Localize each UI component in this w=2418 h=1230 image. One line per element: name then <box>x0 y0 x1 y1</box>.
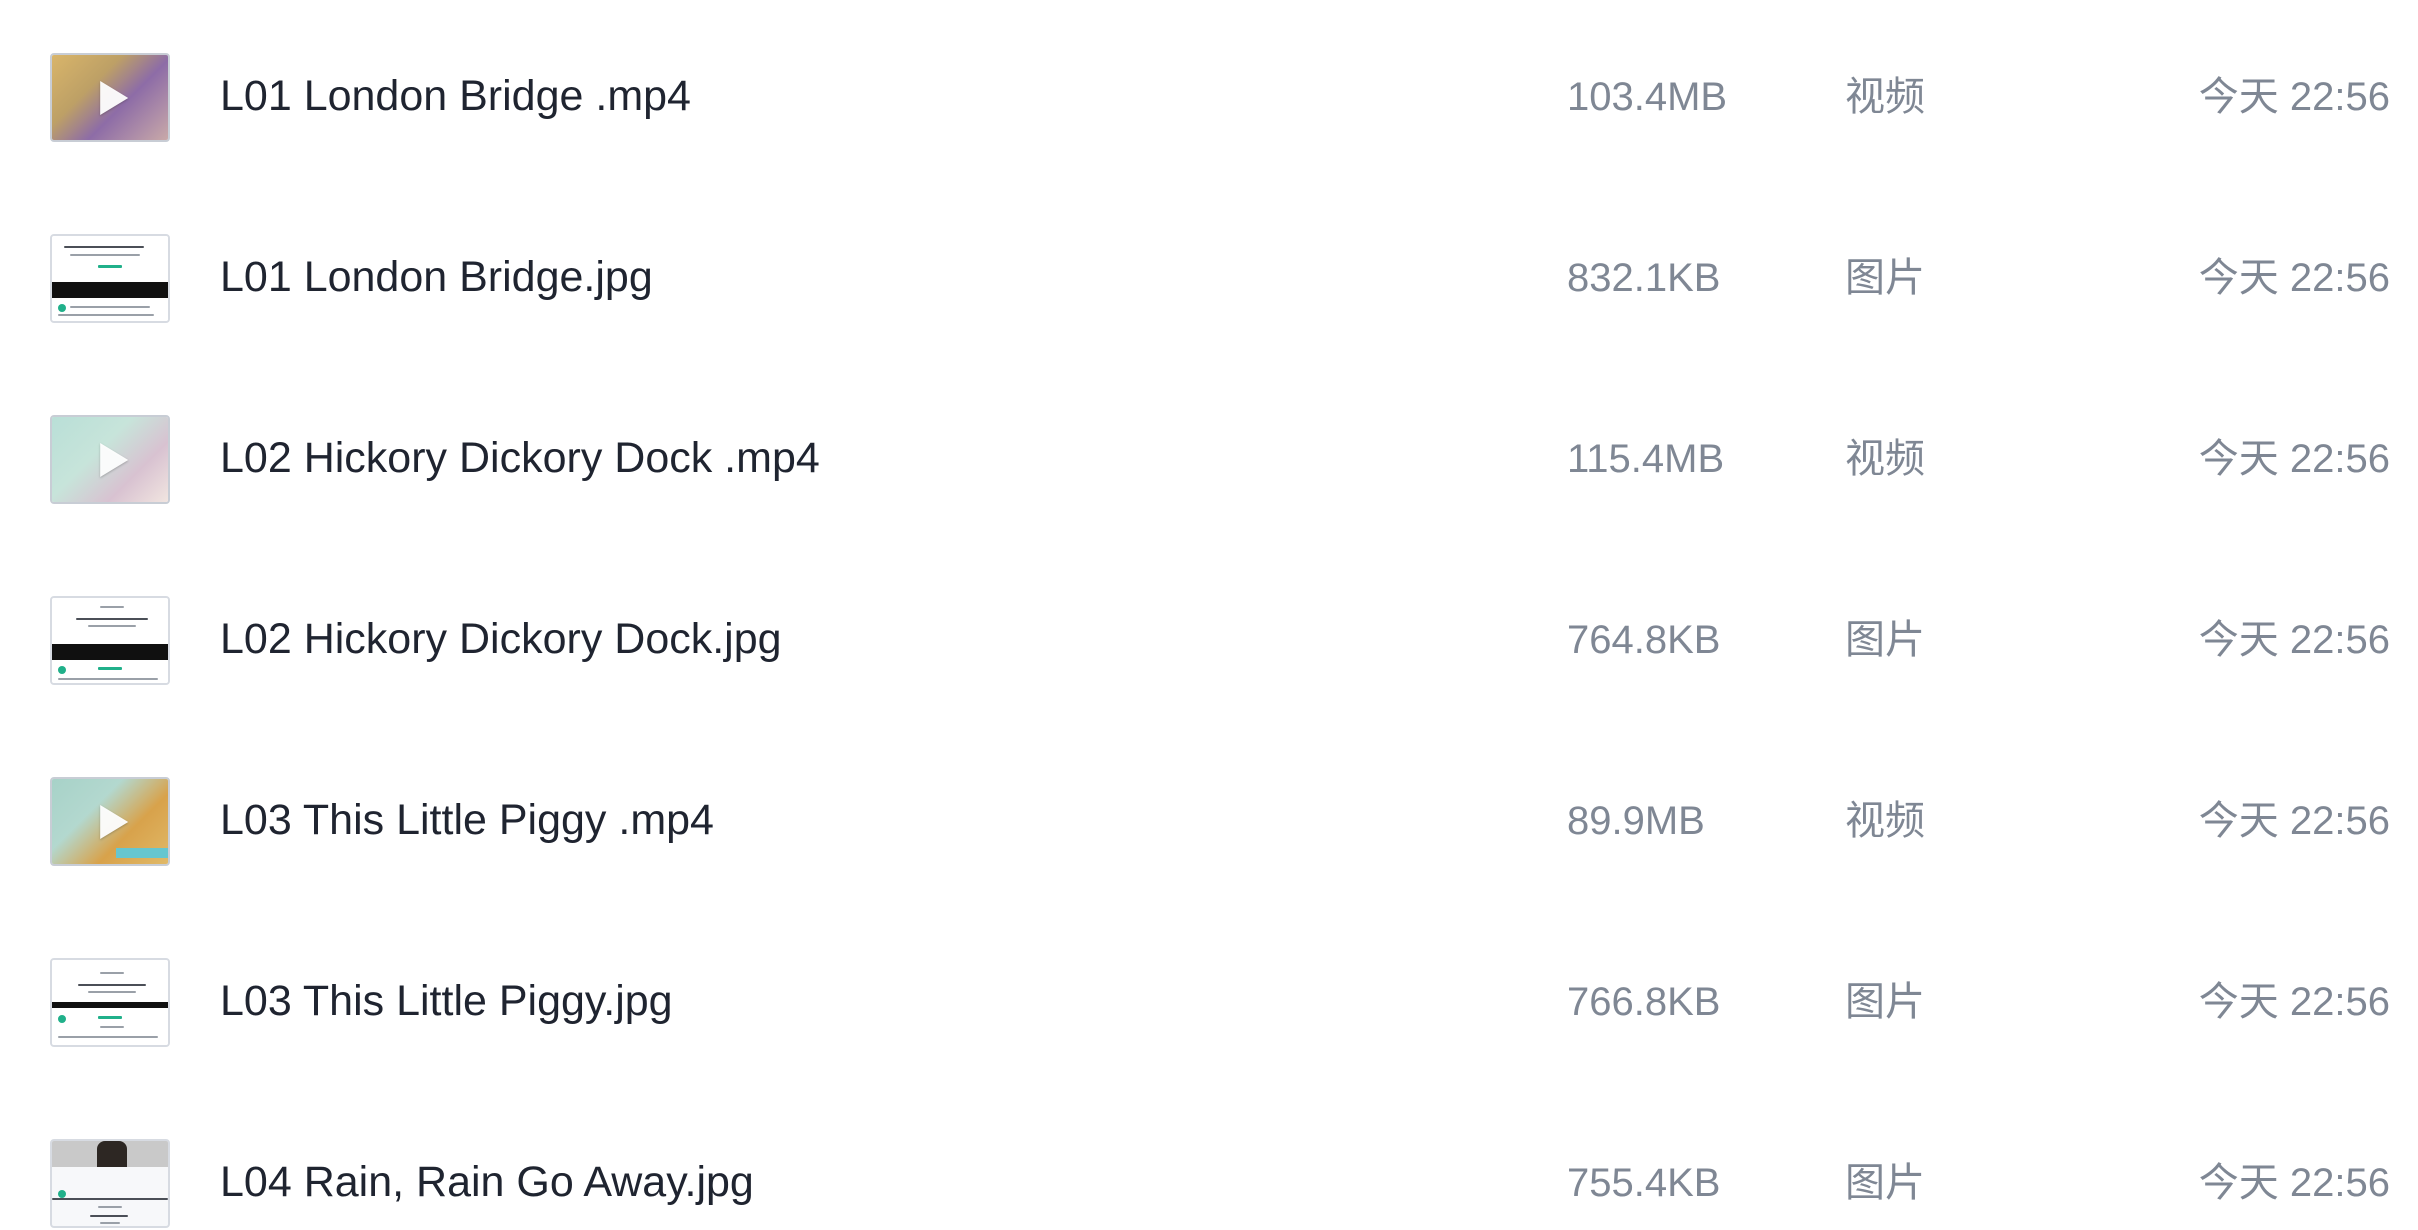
file-time: 今天 22:56 <box>2198 256 2390 300</box>
file-time: 今天 22:56 <box>2198 75 2390 119</box>
image-thumbnail-icon <box>50 958 170 1047</box>
file-time: 今天 22:56 <box>2198 799 2390 843</box>
file-row-l02-mp4[interactable]: L02 Hickory Dickory Dock .mp4 115.4MB 视频… <box>0 362 2418 543</box>
file-size: 764.8KB <box>1567 618 1721 662</box>
file-time: 今天 22:56 <box>2198 618 2390 662</box>
file-size: 766.8KB <box>1567 980 1721 1024</box>
file-type: 视频 <box>1845 437 1925 481</box>
play-icon <box>100 804 129 839</box>
file-name[interactable]: L04 Rain, Rain Go Away.jpg <box>220 1156 754 1208</box>
file-size: 832.1KB <box>1567 256 1721 300</box>
image-thumbnail-icon <box>50 1139 170 1228</box>
file-time: 今天 22:56 <box>2198 1161 2390 1205</box>
file-type: 图片 <box>1845 256 1925 300</box>
file-name[interactable]: L03 This Little Piggy .mp4 <box>220 794 714 846</box>
file-type: 图片 <box>1845 1161 1925 1205</box>
file-row-l03-jpg[interactable]: L03 This Little Piggy.jpg 766.8KB 图片 今天 … <box>0 905 2418 1086</box>
file-size: 89.9MB <box>1567 799 1705 843</box>
file-type: 图片 <box>1845 980 1925 1024</box>
file-type: 视频 <box>1845 75 1925 119</box>
file-size: 755.4KB <box>1567 1161 1721 1205</box>
image-thumbnail-icon <box>50 596 170 685</box>
file-name[interactable]: L01 London Bridge .mp4 <box>220 70 691 122</box>
image-thumbnail-icon <box>50 234 170 323</box>
file-type: 视频 <box>1845 799 1925 843</box>
file-row-l01-jpg[interactable]: L01 London Bridge.jpg 832.1KB 图片 今天 22:5… <box>0 181 2418 362</box>
file-size: 115.4MB <box>1567 437 1725 481</box>
file-list: L01 London Bridge .mp4 103.4MB 视频 今天 22:… <box>0 0 2418 1230</box>
file-type: 图片 <box>1845 618 1925 662</box>
video-thumbnail-icon <box>50 415 170 504</box>
play-icon <box>100 80 129 115</box>
file-time: 今天 22:56 <box>2198 980 2390 1024</box>
file-row-l02-jpg[interactable]: L02 Hickory Dickory Dock.jpg 764.8KB 图片 … <box>0 543 2418 724</box>
file-name[interactable]: L02 Hickory Dickory Dock.jpg <box>220 613 782 665</box>
file-time: 今天 22:56 <box>2198 437 2390 481</box>
file-row-l03-mp4[interactable]: L03 This Little Piggy .mp4 89.9MB 视频 今天 … <box>0 724 2418 905</box>
file-size: 103.4MB <box>1567 75 1728 119</box>
video-thumbnail-icon <box>50 777 170 866</box>
file-name[interactable]: L03 This Little Piggy.jpg <box>220 975 673 1027</box>
file-row-l01-mp4[interactable]: L01 London Bridge .mp4 103.4MB 视频 今天 22:… <box>0 0 2418 181</box>
play-icon <box>100 442 129 477</box>
file-name[interactable]: L02 Hickory Dickory Dock .mp4 <box>220 432 820 484</box>
file-row-l04-jpg[interactable]: L04 Rain, Rain Go Away.jpg 755.4KB 图片 今天… <box>0 1086 2418 1230</box>
video-thumbnail-icon <box>50 53 170 142</box>
file-name[interactable]: L01 London Bridge.jpg <box>220 251 653 303</box>
